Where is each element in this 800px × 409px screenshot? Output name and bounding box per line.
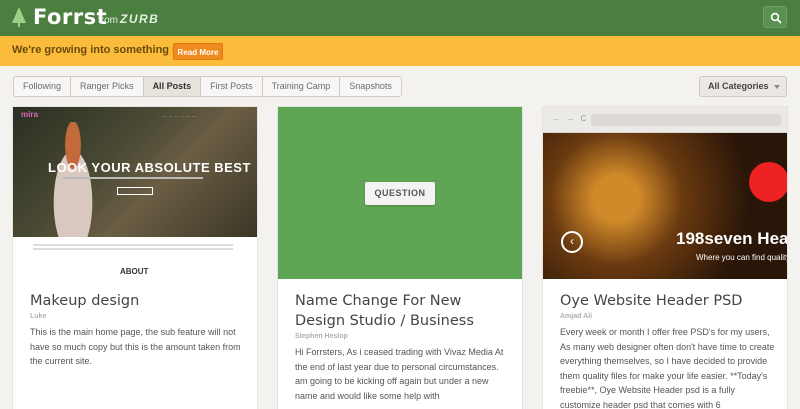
tab-training-camp[interactable]: Training Camp: [263, 77, 341, 96]
thumbnail-brand: mira: [21, 110, 38, 119]
question-label: QUESTION: [365, 182, 435, 205]
read-more-button[interactable]: Read More: [173, 43, 223, 60]
tree-logo-icon: [12, 7, 26, 27]
thumbnail-headline: LOOK YOUR ABSOLUTE BEST: [48, 160, 251, 175]
top-navbar: Forrst from ZURB: [0, 0, 800, 36]
tab-all-posts[interactable]: All Posts: [143, 77, 202, 96]
post-excerpt: This is the main home page, the sub feat…: [30, 327, 241, 366]
tab-ranger-picks[interactable]: Ranger Picks: [71, 77, 144, 96]
chevron-down-icon: [774, 85, 780, 89]
search-button[interactable]: [763, 6, 787, 28]
banner-text: We're growing into something new.: [12, 44, 197, 56]
post-author[interactable]: Amjad Ali: [560, 313, 592, 320]
browser-url-bar: [591, 114, 781, 126]
sound-logo-icon: [749, 162, 787, 202]
filter-tabs: Following Ranger Picks All Posts First P…: [13, 76, 402, 97]
post-thumbnail[interactable]: mira — — — — — — LOOK YOUR ABSOLUTE BEST…: [13, 107, 257, 279]
post-excerpt: Hi Forrsters, As i ceased trading with V…: [295, 347, 504, 401]
post-excerpt: Every week or month I offer free PSD's f…: [560, 327, 775, 409]
tab-snapshots[interactable]: Snapshots: [340, 77, 401, 96]
category-select-label: All Categories: [708, 81, 769, 91]
thumbnail-about: ABOUT: [120, 267, 149, 276]
model-figure: [43, 122, 103, 237]
post-card[interactable]: QUESTION Name Change For New Design Stud…: [278, 107, 522, 409]
post-author[interactable]: Stephen Heslop: [295, 333, 348, 340]
browser-nav-icons: ← → C: [552, 114, 589, 123]
zurb-logo[interactable]: ZURB: [120, 12, 159, 26]
from-label: from: [98, 15, 118, 26]
thumbnail-headline: 198seven Hea: [676, 229, 787, 248]
post-card[interactable]: mira — — — — — — LOOK YOUR ABSOLUTE BEST…: [13, 107, 257, 409]
post-thumbnail[interactable]: ← → C ‹ 198seven Hea Where you can find …: [543, 107, 787, 279]
post-title[interactable]: Makeup design: [30, 291, 245, 311]
post-author[interactable]: Luke: [30, 313, 46, 320]
tab-first-posts[interactable]: First Posts: [201, 77, 263, 96]
site-logo[interactable]: Forrst: [33, 5, 107, 29]
chevron-left-icon: ‹: [561, 231, 583, 253]
post-card[interactable]: ← → C ‹ 198seven Hea Where you can find …: [543, 107, 787, 409]
thumbnail-button: [117, 187, 153, 195]
post-title[interactable]: Oye Website Header PSD: [560, 291, 775, 311]
thumbnail-subline: [63, 177, 203, 179]
search-icon: [770, 12, 782, 24]
thumbnail-text-lines: [33, 244, 233, 246]
post-thumbnail[interactable]: QUESTION: [278, 107, 522, 279]
thumbnail-subline: Where you can find quality: [696, 253, 787, 262]
tab-following[interactable]: Following: [14, 77, 72, 96]
browser-chrome: ← → C: [543, 107, 787, 133]
thumbnail-nav: — — — — — —: [163, 114, 197, 118]
post-title[interactable]: Name Change For New Design Studio / Busi…: [295, 291, 510, 331]
announcement-banner: We're growing into something new. Read M…: [0, 36, 800, 66]
category-select[interactable]: All Categories: [699, 76, 787, 97]
